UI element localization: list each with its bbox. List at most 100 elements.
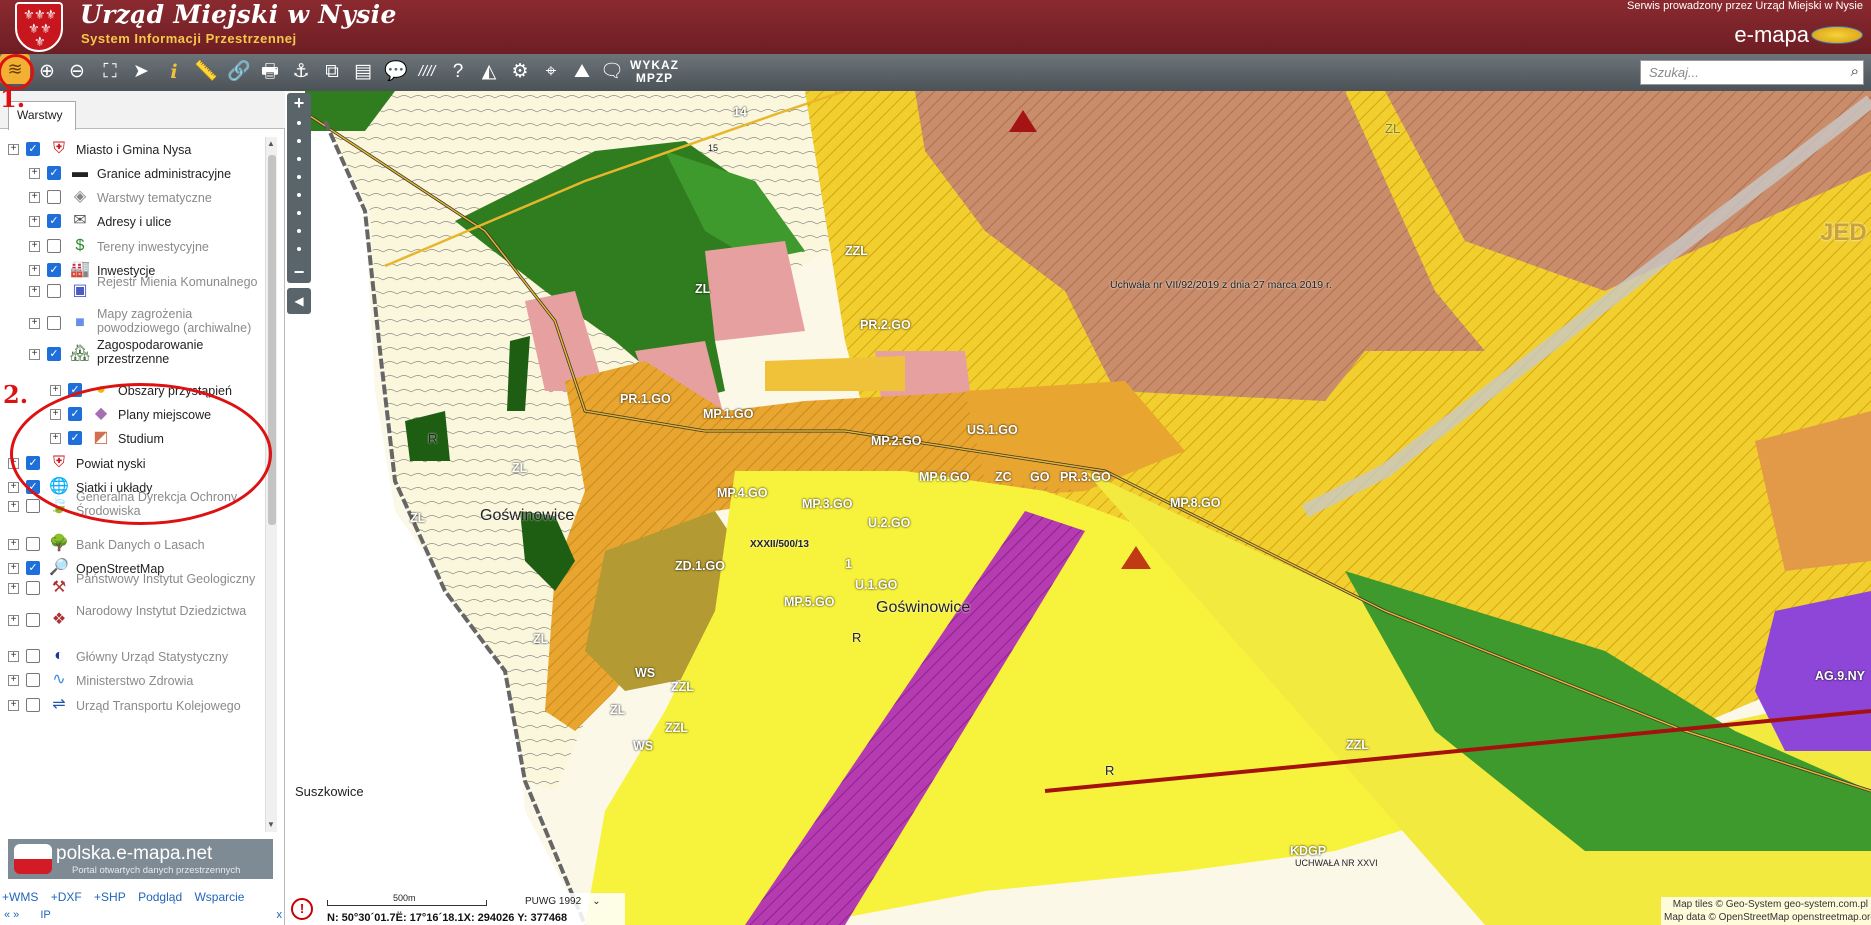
full-extent-icon[interactable]: ⛶	[96, 58, 124, 86]
dxf-link[interactable]: +DXF	[51, 890, 82, 904]
zoom-slider[interactable]: + −	[287, 93, 311, 283]
expand-icon[interactable]: +	[8, 583, 19, 594]
layer-row[interactable]: + ∿ Ministerstwo Zdrowia	[0, 668, 262, 694]
support-link[interactable]: Wsparcie	[194, 890, 244, 904]
info-icon[interactable]: i	[160, 58, 188, 86]
zoom-step[interactable]	[297, 139, 301, 143]
preview-link[interactable]: Podgląd	[138, 890, 182, 904]
expand-icon[interactable]: +	[8, 675, 19, 686]
zoom-step[interactable]	[297, 121, 301, 125]
layer-row[interactable]: + ✓ ▬ Granice administracyjne	[0, 161, 262, 187]
layer-row[interactable]: + ⚒ Państwowy Instytut Geologiczny	[0, 572, 262, 604]
zoom-step[interactable]	[297, 193, 301, 197]
portal-logo[interactable]: polska.e-mapa.net Portal otwartych danyc…	[8, 839, 273, 879]
layer-row[interactable]: + ▣ Rejestr Mienia Komunalnego	[0, 275, 262, 307]
heritage-icon: ❖	[51, 611, 67, 628]
layer-checkbox[interactable]	[47, 284, 61, 298]
shp-link[interactable]: +SHP	[94, 890, 126, 904]
expand-icon[interactable]: +	[8, 615, 19, 626]
crs-select[interactable]: PUWG 1992 ⌄	[525, 896, 601, 907]
layer-row[interactable]: + ✓ ✉ Adresy i ulice	[0, 209, 262, 235]
geosystem-logo[interactable]	[1811, 26, 1863, 44]
layer-checkbox[interactable]: ✓	[47, 166, 61, 180]
close-icon[interactable]: x	[277, 909, 283, 921]
layer-row[interactable]: + ❖ Narodowy Instytut Dziedzictwa	[0, 604, 262, 636]
zoom-minus-icon[interactable]: −	[287, 263, 311, 281]
expand-icon[interactable]: +	[8, 651, 19, 662]
scroll-up-icon[interactable]: ▲	[267, 139, 275, 148]
wykaz-mpzp-button[interactable]: WYKAZ MPZP	[630, 59, 679, 85]
layout-icon[interactable]: ▤	[349, 58, 377, 86]
attribution-tiles[interactable]: Map tiles © Geo-System geo-system.com.pl	[1664, 898, 1868, 911]
chat-icon[interactable]: 🗨	[598, 58, 626, 86]
search-input[interactable]: Szukaj... ⌕	[1640, 60, 1864, 85]
tree-scrollbar[interactable]: ▲ ▼	[265, 137, 277, 832]
expand-icon[interactable]: +	[50, 385, 61, 396]
nav-arrows[interactable]: « »	[4, 909, 19, 921]
layer-checkbox[interactable]	[26, 673, 40, 687]
expand-icon[interactable]: +	[8, 539, 19, 550]
layer-row[interactable]: + ◈ Warstwy tematyczne	[0, 185, 262, 211]
layer-row[interactable]: + ◐ Główny Urząd Statystyczny	[0, 644, 262, 670]
layer-checkbox[interactable]: ✓	[47, 347, 61, 361]
layer-row[interactable]: + ✓ ⛨ Miasto i Gmina Nysa	[0, 137, 262, 163]
copy-layers-icon[interactable]: ⧉	[318, 58, 346, 86]
help-icon[interactable]: ?	[444, 58, 472, 86]
terrain-icon[interactable]: ⛰	[568, 58, 596, 86]
link-icon[interactable]: 🔗	[225, 58, 253, 86]
scroll-thumb[interactable]	[268, 155, 276, 525]
zoom-step[interactable]	[297, 229, 301, 233]
layer-row[interactable]: + ■ Mapy zagrożenia powodziowego (archiwal…	[0, 307, 262, 339]
zoom-in-icon[interactable]: ⊕	[33, 58, 61, 86]
zoom-step[interactable]	[297, 175, 301, 179]
expand-icon[interactable]: +	[29, 318, 40, 329]
search-icon[interactable]: ⌕	[1851, 63, 1859, 80]
layer-checkbox[interactable]	[26, 698, 40, 712]
layer-checkbox[interactable]	[26, 581, 40, 595]
settings-gear-icon[interactable]: ⚙	[506, 58, 534, 86]
expand-icon[interactable]: +	[29, 168, 40, 179]
expand-icon[interactable]: +	[8, 700, 19, 711]
expand-icon[interactable]: +	[8, 144, 19, 155]
expand-icon[interactable]: +	[29, 216, 40, 227]
select-arrow-icon[interactable]: ➤	[127, 58, 155, 86]
map-view[interactable]: ZL ZZL PR.2.GO PR.1.GO MP.1.GO MP.2.GO US.1.GO…	[285, 91, 1871, 925]
collapse-panel-icon[interactable]: ◀	[287, 288, 311, 314]
expand-icon[interactable]: +	[29, 286, 40, 297]
attribution-osm[interactable]: Map data © OpenStreetMap openstreetmap.o…	[1664, 911, 1871, 924]
anchor-icon[interactable]: ⚓	[287, 58, 315, 86]
layer-checkbox[interactable]	[47, 316, 61, 330]
layer-checkbox[interactable]	[26, 613, 40, 627]
expand-icon[interactable]: +	[8, 501, 19, 512]
layer-checkbox[interactable]	[26, 537, 40, 551]
zoom-out-icon[interactable]: ⊖	[63, 58, 91, 86]
expand-icon[interactable]: +	[29, 349, 40, 360]
ip-link[interactable]: IP	[40, 909, 50, 921]
comment-icon[interactable]: 💬	[382, 58, 410, 86]
expand-icon[interactable]: +	[29, 241, 40, 252]
zoom-step[interactable]	[297, 211, 301, 215]
expand-icon[interactable]: +	[29, 192, 40, 203]
hatch-icon[interactable]: ////	[413, 58, 441, 86]
measure-ruler-icon[interactable]: 📏	[192, 58, 220, 86]
layer-row[interactable]: + ✓ 🏘 Zagospodarowanie przestrzenne	[0, 338, 262, 370]
wms-link[interactable]: +WMS	[2, 890, 38, 904]
zoom-step[interactable]	[297, 157, 301, 161]
location-pin-icon[interactable]: ⌖	[537, 58, 565, 86]
layer-checkbox[interactable]	[47, 190, 61, 204]
layer-checkbox[interactable]: ✓	[47, 214, 61, 228]
layer-row[interactable]: + $ Tereny inwestycyjne	[0, 234, 262, 260]
layer-checkbox[interactable]	[47, 239, 61, 253]
layer-checkbox[interactable]	[26, 649, 40, 663]
layer-checkbox[interactable]: ✓	[26, 142, 40, 156]
emapa-brand[interactable]: e-mapa	[1734, 22, 1809, 48]
triangle-icon[interactable]: ◭	[475, 58, 503, 86]
scroll-down-icon[interactable]: ▼	[267, 820, 275, 829]
layer-row[interactable]: + ⇌ Urząd Transportu Kolejowego	[0, 693, 262, 719]
print-icon[interactable]: 🖶	[256, 58, 284, 86]
layer-checkbox[interactable]	[26, 499, 40, 513]
layer-row[interactable]: + 🌳 Bank Danych o Lasach	[0, 532, 262, 558]
alert-icon[interactable]: !	[291, 898, 313, 920]
zoom-plus-icon[interactable]: +	[287, 94, 311, 112]
zoom-step[interactable]	[297, 247, 301, 251]
